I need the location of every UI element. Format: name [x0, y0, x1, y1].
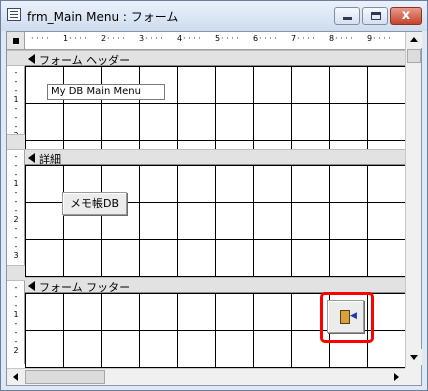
ruler-mark: 8: [329, 34, 335, 43]
scroll-down-icon: [410, 355, 418, 360]
scroll-up-icon: [410, 37, 418, 42]
section-arrow-icon: [28, 281, 35, 291]
close-icon: x: [401, 8, 411, 23]
design-surface: · · · · 1 · · · · 2 · · · · 3 · · · · 4 …: [6, 31, 422, 386]
ruler-mark: 3: [139, 34, 145, 43]
ruler-mark: 7: [291, 34, 297, 43]
title-bar[interactable]: frm_Main Menu : フォーム x: [1, 1, 427, 31]
maximize-button[interactable]: [362, 7, 388, 25]
minimize-button[interactable]: [334, 7, 360, 25]
maximize-icon: [371, 12, 381, 20]
detail-grid[interactable]: [25, 165, 405, 280]
section-arrow-icon: [28, 54, 35, 64]
scroll-up-button[interactable]: [406, 32, 422, 48]
form-header-bar[interactable]: フォーム ヘッダー: [25, 50, 405, 67]
ruler-mark: 6: [253, 34, 259, 43]
scroll-left-button[interactable]: [8, 369, 24, 385]
ruler-mark: 1: [63, 34, 69, 43]
memo-db-button[interactable]: メモ帳DB: [62, 192, 127, 215]
section-arrow-icon: [28, 153, 35, 163]
form-footer-bar[interactable]: フォーム フッター: [25, 277, 405, 294]
vertical-scroll-thumb[interactable]: [407, 49, 421, 63]
close-button[interactable]: x: [390, 7, 422, 25]
scroll-right-button[interactable]: [388, 369, 404, 385]
scrollbar-corner: [405, 368, 421, 385]
scroll-right-icon: [394, 373, 399, 381]
vertical-ruler[interactable]: ---1---2 ---1---2---3 ---1---2: [7, 50, 25, 364]
ruler-mark: 2: [101, 34, 107, 43]
form-icon: [7, 8, 21, 21]
ruler-mark: 4: [177, 34, 183, 43]
vertical-scrollbar[interactable]: [405, 32, 422, 368]
ruler-mark: 5: [215, 34, 221, 43]
form-design-window: frm_Main Menu : フォーム x · · · · 1 · · · ·…: [0, 0, 428, 391]
ruler-mark: 9: [367, 34, 373, 43]
form-selector[interactable]: [7, 32, 25, 50]
scroll-left-icon: [13, 373, 18, 381]
minimize-icon: [343, 17, 352, 20]
title-label-control[interactable]: My DB Main Menu: [47, 84, 165, 100]
detail-bar[interactable]: 詳細: [25, 149, 405, 166]
horizontal-scrollbar[interactable]: [7, 368, 405, 385]
scroll-down-button[interactable]: [406, 349, 422, 365]
form-header-grid[interactable]: [25, 66, 405, 150]
horizontal-scroll-thumb[interactable]: [25, 370, 105, 384]
highlight-box: [320, 292, 374, 343]
window-title: frm_Main Menu : フォーム: [27, 10, 179, 24]
horizontal-ruler[interactable]: · · · · 1 · · · · 2 · · · · 3 · · · · 4 …: [25, 32, 405, 50]
